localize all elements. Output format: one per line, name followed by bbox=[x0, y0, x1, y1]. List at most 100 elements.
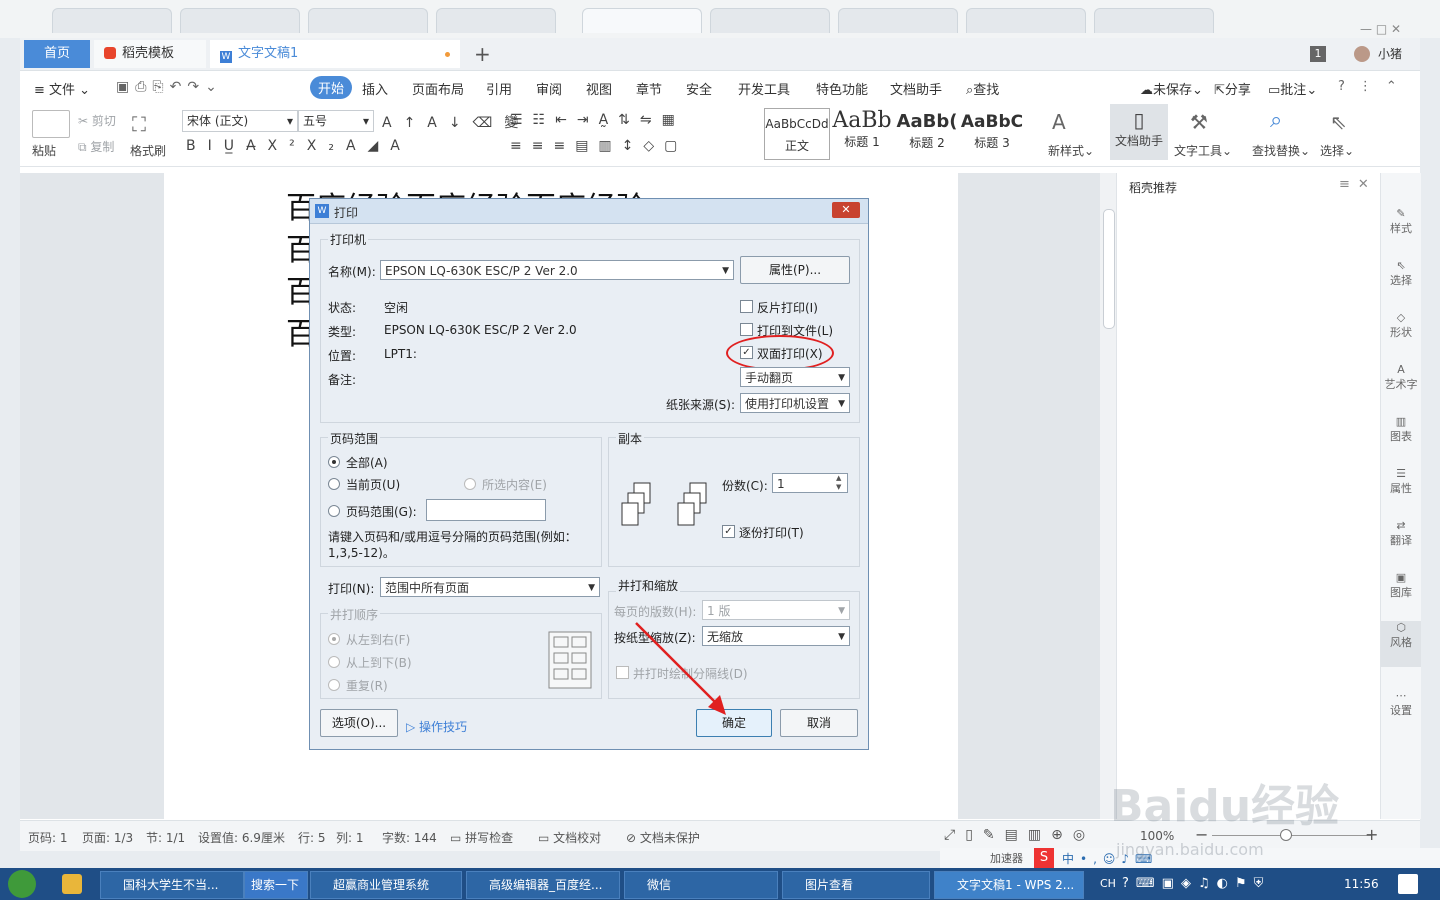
browser-tab[interactable] bbox=[1094, 8, 1214, 33]
reverse-checkbox[interactable] bbox=[740, 300, 753, 313]
clock[interactable]: 11:56 bbox=[1344, 877, 1379, 891]
sidebar-item-settings[interactable]: ⋯ 设置 bbox=[1381, 689, 1421, 718]
browser-tab[interactable] bbox=[710, 8, 830, 33]
page-range-input[interactable] bbox=[426, 499, 546, 521]
sidebar-item-wordart[interactable]: A 艺术字 bbox=[1381, 363, 1421, 392]
sidebar-item-properties[interactable]: ☰ 属性 bbox=[1381, 467, 1421, 496]
taskbar-item-search[interactable]: 搜索一下 bbox=[244, 871, 308, 899]
browser-tab[interactable] bbox=[52, 8, 172, 33]
duplex-mode-select[interactable]: 手动翻页 ▼ bbox=[740, 367, 850, 387]
doc-assistant-button[interactable]: ▯ 文档助手 bbox=[1110, 104, 1168, 160]
tab-template[interactable]: 稻壳模板 bbox=[94, 40, 206, 68]
format-painter-label[interactable]: 格式刷 bbox=[130, 142, 166, 159]
paper-source-select[interactable]: 使用打印机设置 ▼ bbox=[740, 393, 850, 413]
browser-tab[interactable] bbox=[966, 8, 1086, 33]
reverse-label[interactable]: 反片打印(I) bbox=[757, 299, 818, 316]
sogou-icon[interactable]: S bbox=[1034, 848, 1054, 868]
comment-button[interactable]: ▭批注⌄ bbox=[1268, 79, 1317, 98]
browser-tab[interactable] bbox=[838, 8, 958, 33]
repeat-radio[interactable] bbox=[328, 679, 340, 691]
quick-access-icons[interactable]: ▣⎙⎘↶↷⌄ bbox=[116, 79, 223, 95]
sidebar-item-theme[interactable]: ⬡ 风格 bbox=[1381, 621, 1421, 667]
taskbar-item-wechat[interactable]: 微信 bbox=[624, 871, 778, 899]
menu-review[interactable]: 审阅 bbox=[536, 79, 562, 98]
new-style-button[interactable]: 新样式⌄ bbox=[1048, 142, 1094, 159]
properties-button[interactable]: 属性(P)... bbox=[740, 256, 850, 284]
help-more-collapse-icons[interactable]: ?⋮⌃ bbox=[1338, 79, 1411, 94]
text-tools-button[interactable]: 文字工具⌄ bbox=[1174, 142, 1232, 159]
menu-start[interactable]: 开始 bbox=[310, 76, 353, 99]
menu-chapter[interactable]: 章节 bbox=[636, 79, 662, 98]
browser-tab[interactable] bbox=[436, 8, 556, 33]
page-range-label[interactable]: 页码范围(G): bbox=[346, 503, 417, 520]
paste-label[interactable]: 粘贴 bbox=[32, 142, 56, 159]
taskbar-item-ie[interactable]: 国科大学生不当... bbox=[100, 871, 244, 899]
pages-per-sheet-select[interactable]: 1 版 ▼ bbox=[702, 600, 850, 620]
tips-link[interactable]: ▷ 操作技巧 bbox=[406, 718, 467, 735]
pinned-app-icon[interactable] bbox=[62, 874, 82, 894]
panel-menu-close-icons[interactable]: ≡✕ bbox=[1339, 177, 1377, 192]
start-button[interactable] bbox=[8, 870, 36, 898]
menu-view[interactable]: 视图 bbox=[586, 79, 612, 98]
cut-button[interactable]: ✂ 剪切 bbox=[78, 112, 116, 129]
selection-radio[interactable] bbox=[464, 478, 476, 490]
collate-checkbox[interactable]: ✓ bbox=[722, 525, 735, 538]
options-button[interactable]: 选项(O)... bbox=[320, 709, 398, 737]
menu-layout[interactable]: 页面布局 bbox=[412, 79, 464, 98]
font-family-select[interactable]: 宋体 (正文) ▾ bbox=[182, 110, 298, 132]
print-what-select[interactable]: 范围中所有页面 ▼ bbox=[380, 577, 600, 597]
sidebar-item-translate[interactable]: ⇄ 翻译 bbox=[1381, 519, 1421, 548]
unsaved-status[interactable]: ☁未保存⌄ bbox=[1140, 79, 1203, 98]
left-to-right-radio[interactable] bbox=[328, 633, 340, 645]
paste-icon[interactable] bbox=[32, 110, 70, 138]
avatar[interactable] bbox=[1354, 46, 1370, 62]
font-size-tools-icons[interactable]: A↑A↓⌫變 bbox=[382, 112, 530, 132]
input-language[interactable]: CH bbox=[1100, 877, 1116, 890]
spell-check-button[interactable]: ▭ 拼写检查 bbox=[450, 829, 513, 846]
tab-home[interactable]: 首页 bbox=[24, 40, 90, 68]
share-button[interactable]: ⇱分享 bbox=[1214, 79, 1251, 98]
menu-reference[interactable]: 引用 bbox=[486, 79, 512, 98]
sidebar-item-chart[interactable]: ▥ 图表 bbox=[1381, 415, 1421, 444]
all-pages-radio[interactable] bbox=[328, 456, 340, 468]
accelerator-label[interactable]: 加速器 bbox=[990, 850, 1023, 866]
menu-security[interactable]: 安全 bbox=[686, 79, 712, 98]
tray-icons[interactable]: ?⌨▣◈♫◐⚑⛨ bbox=[1122, 876, 1270, 891]
find-replace-button[interactable]: 查找替换⌄ bbox=[1252, 142, 1310, 159]
menu-find[interactable]: ⌕查找 bbox=[966, 79, 999, 98]
print-to-file-checkbox[interactable] bbox=[740, 323, 753, 336]
browser-tab[interactable] bbox=[180, 8, 300, 33]
spinner-arrows-icon[interactable]: ▲ ▼ bbox=[836, 474, 841, 492]
paragraph-icons-bottom[interactable]: ≡≡≡▤▥↕◇▢ bbox=[510, 138, 687, 154]
collate-label[interactable]: 逐份打印(T) bbox=[739, 524, 804, 541]
notification-icon[interactable] bbox=[1398, 874, 1418, 894]
top-to-bottom-radio[interactable] bbox=[328, 656, 340, 668]
menu-doc-assistant[interactable]: 文档助手 bbox=[890, 79, 942, 98]
select-button[interactable]: 选择⌄ bbox=[1320, 142, 1354, 159]
scrollbar-thumb[interactable] bbox=[1103, 209, 1115, 329]
browser-tab-active[interactable] bbox=[582, 8, 702, 33]
paragraph-icons-top[interactable]: ☰☷⇤⇥A̰⇅⇋▦ bbox=[510, 112, 685, 128]
vertical-scrollbar[interactable] bbox=[1100, 173, 1116, 819]
tab-document[interactable]: W 文字文稿1 bbox=[210, 40, 460, 68]
sidebar-item-style[interactable]: ✎ 样式 bbox=[1381, 207, 1421, 236]
user-name[interactable]: 小猪 bbox=[1378, 45, 1402, 62]
taskbar-item-wps[interactable]: 文字文稿1 - WPS 2... bbox=[934, 871, 1084, 899]
style-heading-1[interactable]: AaBb 标题 1 bbox=[830, 108, 894, 158]
current-page-radio[interactable] bbox=[328, 478, 340, 490]
draw-lines-checkbox[interactable] bbox=[616, 666, 629, 679]
close-icon[interactable]: ✕ bbox=[832, 202, 860, 218]
protect-button[interactable]: ⊘ 文档未保护 bbox=[626, 829, 700, 846]
format-painter-icon[interactable]: ⛶ bbox=[132, 112, 146, 136]
current-page-label[interactable]: 当前页(U) bbox=[346, 476, 400, 493]
style-normal[interactable]: AaBbCcDd 正文 bbox=[764, 108, 830, 160]
sidebar-item-select[interactable]: ⇖ 选择 bbox=[1381, 259, 1421, 288]
menu-insert[interactable]: 插入 bbox=[362, 79, 388, 98]
page-range-radio[interactable] bbox=[328, 505, 340, 517]
font-format-icons[interactable]: BIU̲A̶X²X₂A◢A bbox=[186, 138, 412, 154]
proof-button[interactable]: ▭ 文档校对 bbox=[538, 829, 601, 846]
sidebar-item-gallery[interactable]: ▣ 图库 bbox=[1381, 571, 1421, 600]
menu-file[interactable]: ≡ 文件 ⌄ bbox=[34, 79, 90, 98]
new-tab-button[interactable]: + bbox=[474, 40, 494, 68]
taskbar-item-chrome[interactable]: 高级编辑器_百度经... bbox=[466, 871, 620, 899]
